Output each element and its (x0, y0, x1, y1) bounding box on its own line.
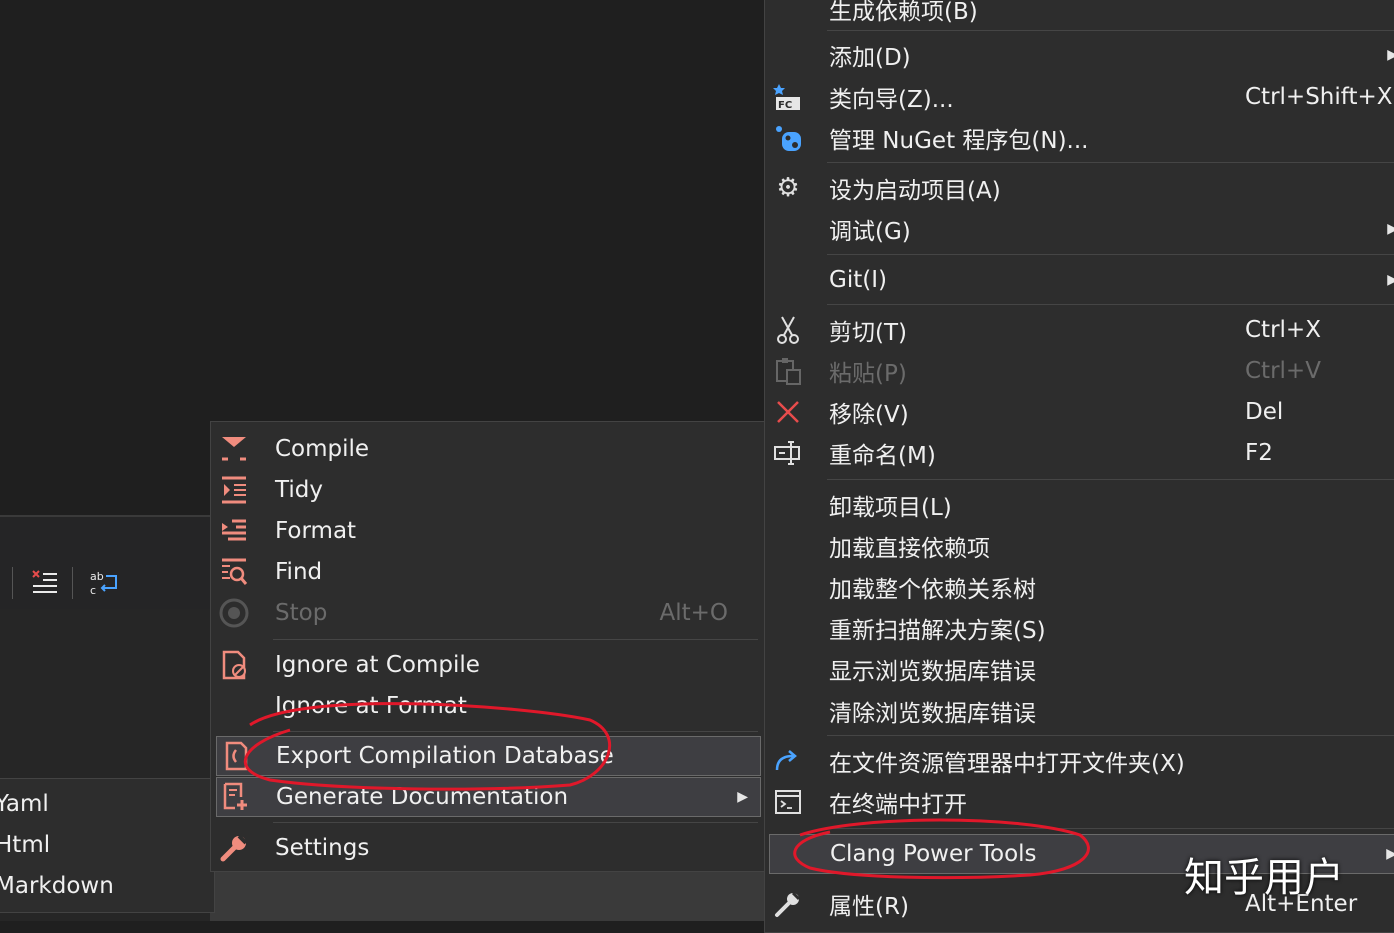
annotation-circle-export (244, 702, 612, 791)
annotation-overlay (244, 702, 1090, 880)
watermark: 知乎用户 (1184, 855, 1344, 901)
annotation-circle-clang (793, 818, 1090, 880)
